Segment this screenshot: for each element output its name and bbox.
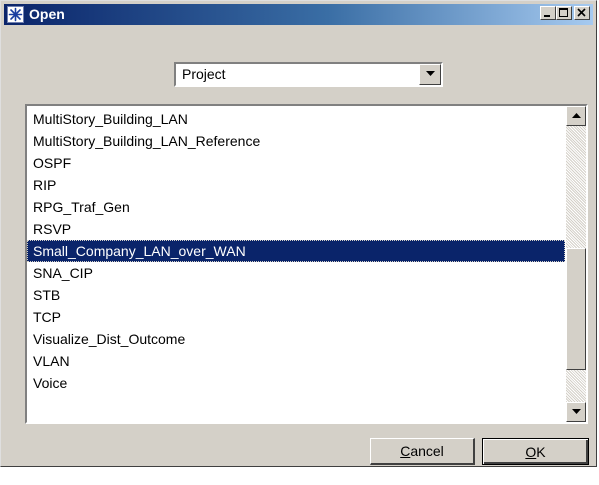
open-dialog: Open Project MultiStory_Building_LAN Mul… bbox=[0, 0, 597, 467]
list-item[interactable]: Voice bbox=[27, 372, 565, 394]
close-button[interactable] bbox=[574, 6, 590, 20]
project-type-dropdown[interactable]: Project bbox=[174, 62, 443, 87]
cancel-label-rest: ancel bbox=[410, 443, 444, 459]
vertical-scrollbar[interactable] bbox=[566, 106, 586, 422]
list-item[interactable]: VLAN bbox=[27, 350, 565, 372]
list-item[interactable]: RPG_Traf_Gen bbox=[27, 196, 565, 218]
list-item[interactable]: Visualize_Dist_Outcome bbox=[27, 328, 565, 350]
scroll-up-button[interactable] bbox=[566, 106, 586, 126]
ok-mnemonic: O bbox=[525, 443, 537, 460]
maximize-button[interactable] bbox=[556, 6, 572, 20]
list-item[interactable]: TCP bbox=[27, 306, 565, 328]
list-item[interactable]: Small_Company_LAN_over_WAN bbox=[27, 240, 565, 262]
title-bar[interactable]: Open bbox=[4, 4, 593, 25]
list-item[interactable]: MultiStory_Building_LAN_Reference bbox=[27, 130, 565, 152]
window-title: Open bbox=[29, 6, 65, 22]
ok-label-rest: K bbox=[536, 443, 546, 460]
cancel-mnemonic: C bbox=[400, 443, 411, 459]
dropdown-selected-value: Project bbox=[182, 66, 226, 82]
list-item[interactable]: SNA_CIP bbox=[27, 262, 565, 284]
scroll-down-button[interactable] bbox=[566, 402, 586, 422]
list-item[interactable]: OSPF bbox=[27, 152, 565, 174]
project-list-items: MultiStory_Building_LAN MultiStory_Buildi… bbox=[27, 108, 565, 394]
list-item[interactable]: RIP bbox=[27, 174, 565, 196]
chevron-down-icon bbox=[426, 71, 435, 76]
scrollbar-thumb[interactable] bbox=[566, 248, 586, 370]
list-item[interactable]: RSVP bbox=[27, 218, 565, 240]
minimize-button[interactable] bbox=[540, 6, 556, 20]
maximize-icon bbox=[559, 8, 568, 17]
ok-button[interactable]: OK bbox=[482, 438, 589, 465]
scroll-up-icon bbox=[572, 113, 581, 118]
star-icon bbox=[7, 6, 24, 23]
list-item[interactable]: MultiStory_Building_LAN bbox=[27, 108, 565, 130]
list-item[interactable]: STB bbox=[27, 284, 565, 306]
dropdown-button[interactable] bbox=[419, 64, 441, 85]
close-icon bbox=[577, 8, 586, 17]
minimize-icon bbox=[544, 15, 550, 17]
cancel-button[interactable]: Cancel bbox=[370, 438, 475, 465]
project-list[interactable]: MultiStory_Building_LAN MultiStory_Buildi… bbox=[25, 104, 588, 424]
scroll-down-icon bbox=[572, 409, 581, 414]
